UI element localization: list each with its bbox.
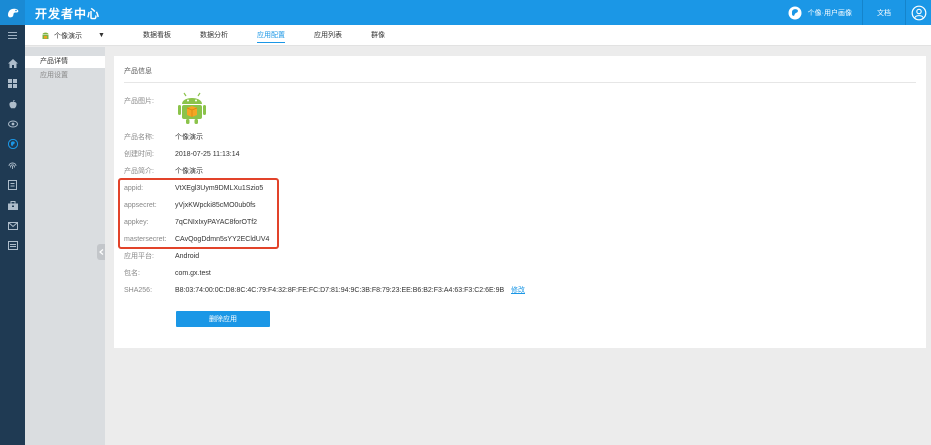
platform-label: 应用平台: [124, 253, 154, 260]
app-selector-label: 个像演示 [54, 32, 82, 40]
created-time-value: 2018-07-25 11:13:14 [175, 151, 240, 158]
sub-nav: 个像演示 ▼ 数据看板 数据分析 应用配置 应用列表 群像 [25, 25, 931, 46]
product-name-label: 产品名称: [124, 134, 154, 141]
appid-value: VtXEgl3Uym9DMLXu1Szio5 [175, 185, 264, 192]
tab-analysis[interactable]: 数据分析 [200, 25, 228, 46]
user-avatar-icon [788, 6, 802, 20]
mastersecret-value: CAvQogDdmn5sYY2ECldUV4 [175, 236, 270, 243]
collapse-handle[interactable] [97, 244, 105, 260]
side-menu-item-app-settings[interactable]: 应用设置 [25, 70, 105, 82]
delete-app-button[interactable]: 删除应用 [176, 311, 270, 327]
tab-app-config[interactable]: 应用配置 [257, 25, 285, 46]
apple-icon[interactable] [0, 97, 25, 111]
tab-app-list[interactable]: 应用列表 [314, 25, 342, 46]
section-title: 产品信息 [124, 68, 152, 75]
toolbox-icon[interactable] [0, 198, 25, 212]
profile-icon[interactable] [0, 137, 25, 151]
appkey-value: 7qCNIxIxyPAYAC8forOTf2 [175, 219, 258, 226]
package-label: 包名: [124, 270, 140, 277]
grid-icon[interactable] [0, 76, 25, 90]
chevron-left-icon [98, 249, 103, 255]
mastersecret-label: mastersecret: [124, 236, 167, 243]
product-info-card: 产品信息 产品图片: 产品名称: 个像演示 创建时间: 2018-07-25 1… [114, 56, 926, 348]
app-selector[interactable]: 个像演示 ▼ [41, 25, 105, 46]
tab-bar: 数据看板 数据分析 应用配置 应用列表 群像 [143, 25, 414, 46]
created-time-label: 创建时间: [124, 151, 154, 158]
caret-down-icon: ▼ [98, 32, 105, 39]
divider [124, 82, 916, 83]
product-name-value: 个像演示 [175, 134, 203, 141]
side-menu: 产品详情 应用设置 [25, 47, 105, 445]
icon-rail [0, 25, 25, 445]
bird-logo-icon[interactable] [0, 0, 25, 25]
sha256-value: B8:03:74:00:0C:D8:8C:4C:79:F4:32:8F:FE:F… [175, 287, 505, 294]
document-icon[interactable] [0, 178, 25, 192]
tab-group-portrait[interactable]: 群像 [371, 25, 385, 46]
appid-label: appid: [124, 185, 144, 192]
appsecret-value: yVjxKWpcki85cMO0ub0fs [175, 202, 256, 209]
fingerprint-icon[interactable] [0, 158, 25, 172]
home-icon[interactable] [0, 56, 25, 70]
product-image [174, 90, 210, 126]
eye-icon[interactable] [0, 117, 25, 131]
modify-sha256-link[interactable]: 修改 [511, 286, 525, 296]
app-title: 开发者中心 [35, 7, 101, 21]
android-logo-icon [178, 92, 206, 124]
mail-icon[interactable] [0, 219, 25, 233]
top-bar: 开发者中心 个像·用户画像 文档 [0, 0, 931, 25]
appkey-label: appkey: [124, 219, 149, 226]
sha256-label: SHA256: [124, 287, 153, 294]
product-intro-label: 产品简介: [124, 168, 154, 175]
platform-value: Android [175, 253, 200, 260]
package-value: com.gx.test [175, 270, 211, 277]
android-app-icon [41, 31, 50, 40]
account-icon[interactable] [906, 0, 931, 25]
side-menu-item-product-detail[interactable]: 产品详情 [25, 56, 105, 68]
menu-icon[interactable] [0, 28, 25, 42]
appsecret-label: appsecret: [124, 202, 157, 209]
tab-dashboard[interactable]: 数据看板 [143, 25, 171, 46]
user-label: 个像·用户画像 [807, 9, 852, 17]
card-icon[interactable] [0, 238, 25, 252]
user-menu[interactable]: 个像·用户画像 [778, 0, 862, 25]
product-image-label: 产品图片: [124, 98, 154, 105]
docs-link[interactable]: 文档 [863, 0, 905, 25]
product-intro-value: 个像演示 [175, 168, 203, 175]
